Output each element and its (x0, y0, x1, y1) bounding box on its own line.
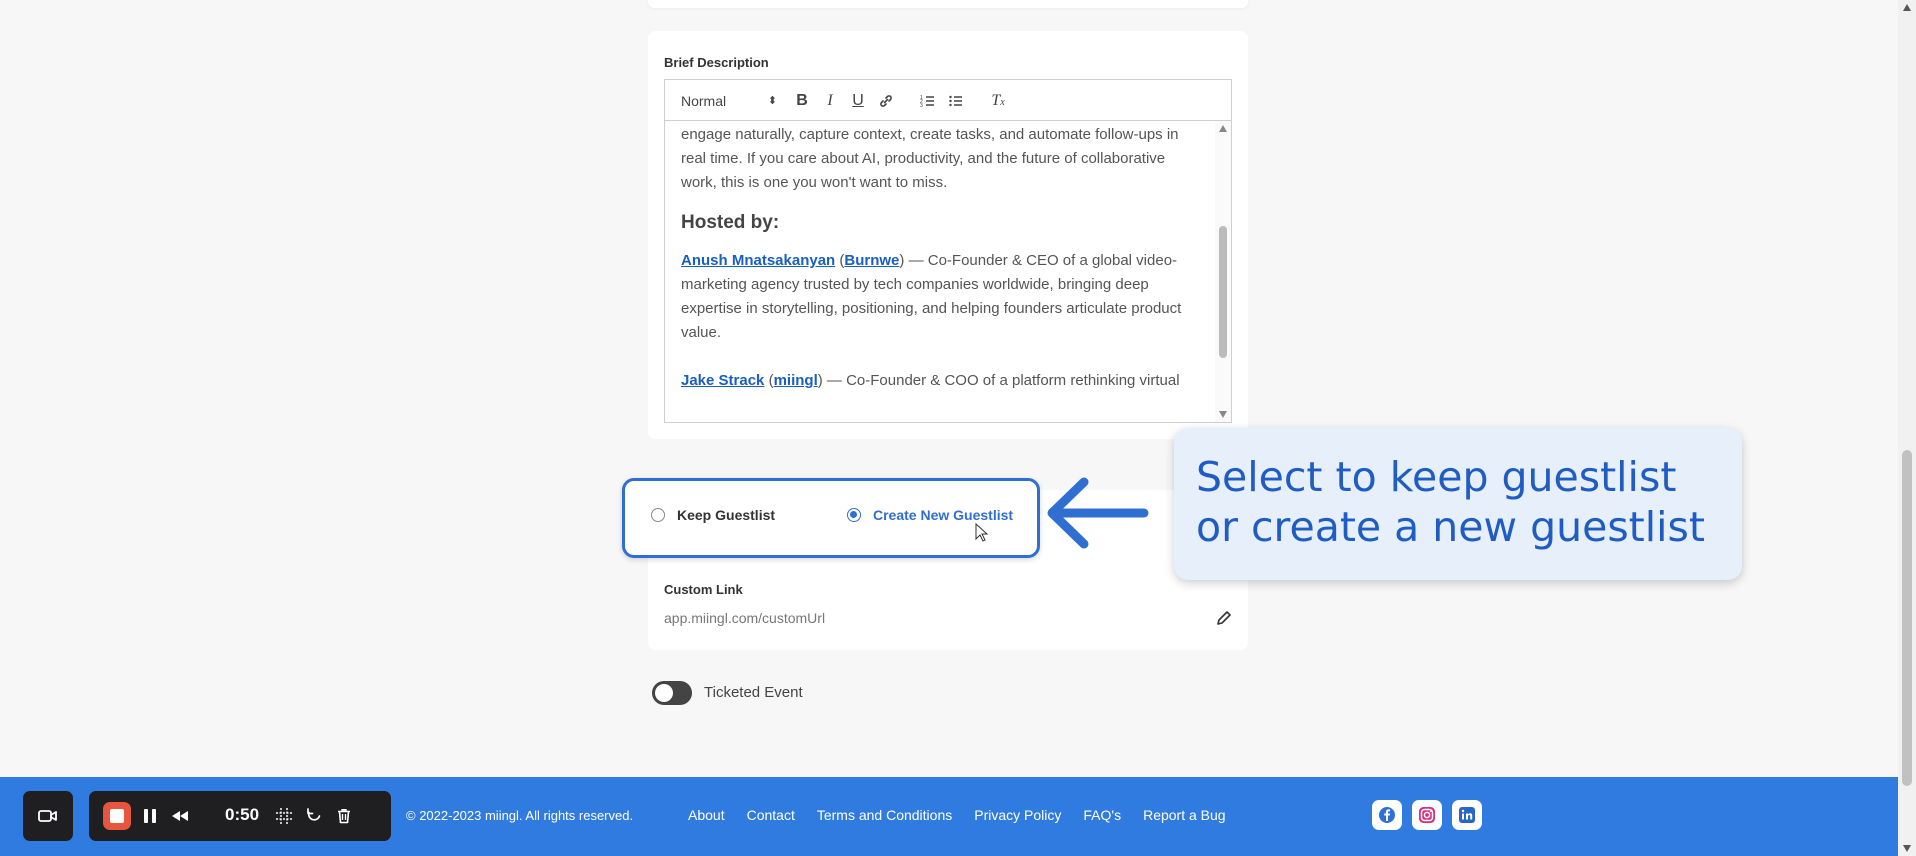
host2-description: — Co-Founder & COO of a platform rethink… (822, 372, 1180, 389)
svg-text:3: 3 (920, 103, 923, 109)
italic-button[interactable]: I (819, 90, 841, 112)
underline-button[interactable]: U (847, 90, 869, 112)
description-paragraph: engage naturally, capture context, creat… (681, 126, 1179, 191)
callout-text: Select to keep guestlist or create a new… (1196, 453, 1705, 551)
footer-link-contact[interactable]: Contact (747, 807, 795, 823)
delete-button[interactable] (333, 805, 355, 827)
brief-description-label: Brief Description (664, 55, 769, 70)
custom-link-label: Custom Link (664, 582, 743, 597)
instagram-button[interactable] (1412, 800, 1442, 830)
copyright-text: © 2022-2023 miingl. All rights reserved. (406, 808, 634, 823)
footer-link-faqs[interactable]: FAQ's (1083, 807, 1121, 823)
rewind-button[interactable] (169, 805, 191, 827)
clear-format-button[interactable]: Tx (987, 90, 1009, 112)
ticketed-event-label: Ticketed Event (704, 684, 803, 701)
brief-description-card: Brief Description Normal ⬍ B I U 123 Tx … (648, 31, 1248, 439)
social-links (1372, 800, 1482, 830)
rich-text-editor[interactable]: Normal ⬍ B I U 123 Tx engage naturally, … (664, 79, 1232, 423)
host2-company-link[interactable]: miingl (774, 372, 818, 389)
host1-company-link[interactable]: Burnwe (844, 252, 899, 269)
custom-link-value: app.miingl.com/customUrl (664, 610, 826, 626)
page-scrollbar[interactable] (1898, 0, 1916, 856)
host2-paragraph: Jake Strack (miingl) — Co-Founder & COO … (681, 372, 1180, 389)
bullet-list-icon (949, 95, 962, 106)
footer-link-privacy[interactable]: Privacy Policy (974, 807, 1061, 823)
create-new-guestlist-label: Create New Guestlist (873, 507, 1014, 523)
camera-icon (38, 810, 57, 822)
rewind-icon (172, 811, 188, 821)
footer-link-about[interactable]: About (688, 807, 725, 823)
host1-paragraph: Anush Mnatsakanyan (Burnwe) — Co-Founder… (681, 252, 1182, 341)
footer-link-report-bug[interactable]: Report a Bug (1143, 807, 1226, 823)
editor-scrollbar[interactable] (1215, 121, 1231, 422)
scrollbar-thumb[interactable] (1219, 226, 1227, 358)
page-scrollbar-thumb[interactable] (1902, 450, 1912, 786)
edit-link-button[interactable] (1216, 610, 1234, 628)
facebook-icon (1379, 807, 1395, 823)
keep-guestlist-radio[interactable] (651, 508, 665, 522)
instagram-icon (1419, 807, 1435, 823)
format-select-value: Normal (681, 93, 727, 109)
recording-time: 0:50 (225, 805, 260, 824)
ordered-list-button[interactable]: 123 (917, 90, 939, 112)
previous-card-edge (648, 0, 1248, 8)
page-scroll-down-icon[interactable] (1903, 845, 1911, 852)
restart-icon (307, 808, 321, 821)
stop-recording-button[interactable] (103, 802, 131, 830)
screen-recorder-controls: 0:50 (20, 788, 394, 844)
facebook-button[interactable] (1372, 800, 1402, 830)
link-icon (880, 94, 892, 107)
instruction-callout: Select to keep guestlist or create a new… (1174, 428, 1742, 580)
pause-button[interactable] (139, 805, 161, 827)
footer-link-terms[interactable]: Terms and Conditions (817, 807, 952, 823)
toggle-knob (655, 684, 673, 702)
ordered-list-icon: 123 (920, 95, 934, 109)
editor-toolbar: Normal ⬍ B I U 123 Tx (665, 80, 1231, 121)
grid-icon (276, 808, 292, 824)
bold-button[interactable]: B (791, 90, 813, 112)
arrow-left-icon (1047, 477, 1149, 549)
host1-link[interactable]: Anush Mnatsakanyan (681, 252, 835, 269)
pause-icon (144, 809, 156, 823)
host2-link[interactable]: Jake Strack (681, 372, 764, 389)
link-button[interactable] (875, 90, 897, 112)
linkedin-button[interactable] (1452, 800, 1482, 830)
linkedin-icon (1459, 807, 1475, 823)
editor-content[interactable]: engage naturally, capture context, creat… (665, 121, 1215, 422)
page-scroll-up-icon[interactable] (1903, 4, 1911, 11)
keep-guestlist-option[interactable]: Keep Guestlist (651, 507, 775, 523)
ticketed-event-toggle[interactable] (652, 681, 692, 705)
scroll-down-icon[interactable] (1219, 411, 1227, 418)
camera-button[interactable] (20, 788, 76, 844)
restart-button[interactable] (303, 805, 325, 827)
create-new-guestlist-radio[interactable] (847, 508, 861, 522)
footer-links: About Contact Terms and Conditions Priva… (688, 807, 1226, 823)
format-select[interactable]: Normal ⬍ (681, 91, 777, 111)
pencil-icon (1217, 611, 1231, 625)
keep-guestlist-label: Keep Guestlist (677, 507, 776, 523)
updown-icon: ⬍ (767, 95, 777, 107)
hosted-by-heading: Hosted by: (681, 212, 780, 233)
scroll-up-icon[interactable] (1219, 125, 1227, 132)
cursor-icon (975, 523, 989, 542)
create-new-guestlist-option[interactable]: Create New Guestlist (847, 507, 1013, 523)
grid-button[interactable] (273, 805, 295, 827)
guestlist-options: Keep Guestlist Create New Guestlist (622, 478, 1040, 558)
trash-icon (338, 809, 350, 824)
recorder-toolbar: 0:50 (86, 788, 394, 844)
bullet-list-button[interactable] (945, 90, 967, 112)
